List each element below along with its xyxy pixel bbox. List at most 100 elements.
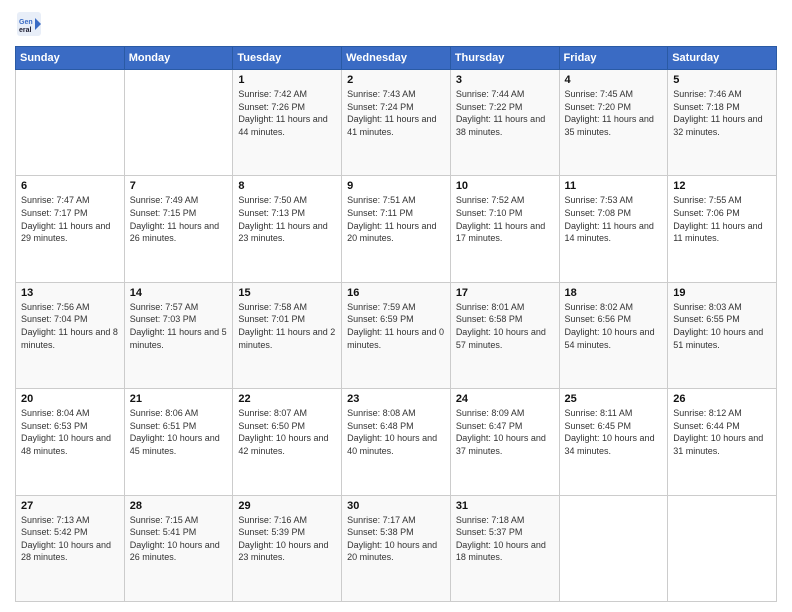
calendar-cell: 21 Sunrise: 8:06 AMSunset: 6:51 PMDayligh… <box>124 389 233 495</box>
calendar-cell: 18 Sunrise: 8:02 AMSunset: 6:56 PMDayligh… <box>559 282 668 388</box>
day-number: 20 <box>21 393 119 405</box>
cell-content: Sunrise: 7:47 AMSunset: 7:17 PMDaylight:… <box>21 194 119 244</box>
calendar-cell: 25 Sunrise: 8:11 AMSunset: 6:45 PMDayligh… <box>559 389 668 495</box>
cell-content: Sunrise: 8:08 AMSunset: 6:48 PMDaylight:… <box>347 407 445 457</box>
cell-content: Sunrise: 8:07 AMSunset: 6:50 PMDaylight:… <box>238 407 336 457</box>
day-number: 27 <box>21 500 119 512</box>
cell-content: Sunrise: 7:50 AMSunset: 7:13 PMDaylight:… <box>238 194 336 244</box>
cell-content: Sunrise: 7:42 AMSunset: 7:26 PMDaylight:… <box>238 88 336 138</box>
calendar-cell: 23 Sunrise: 8:08 AMSunset: 6:48 PMDayligh… <box>342 389 451 495</box>
cell-content: Sunrise: 8:02 AMSunset: 6:56 PMDaylight:… <box>565 301 663 351</box>
cell-content: Sunrise: 8:04 AMSunset: 6:53 PMDaylight:… <box>21 407 119 457</box>
calendar-week-5: 27 Sunrise: 7:13 AMSunset: 5:42 PMDayligh… <box>16 495 777 601</box>
day-number: 25 <box>565 393 663 405</box>
cell-content: Sunrise: 7:49 AMSunset: 7:15 PMDaylight:… <box>130 194 228 244</box>
header: Gen eral <box>15 10 777 38</box>
cell-content: Sunrise: 8:06 AMSunset: 6:51 PMDaylight:… <box>130 407 228 457</box>
cell-content: Sunrise: 7:15 AMSunset: 5:41 PMDaylight:… <box>130 514 228 564</box>
cell-content: Sunrise: 7:51 AMSunset: 7:11 PMDaylight:… <box>347 194 445 244</box>
calendar-cell: 4 Sunrise: 7:45 AMSunset: 7:20 PMDaylight… <box>559 70 668 176</box>
day-header-sunday: Sunday <box>16 47 125 70</box>
calendar-cell: 28Sunrise: 7:15 AMSunset: 5:41 PMDayligh… <box>124 495 233 601</box>
calendar-week-3: 13Sunrise: 7:56 AMSunset: 7:04 PMDayligh… <box>16 282 777 388</box>
cell-content: Sunrise: 8:11 AMSunset: 6:45 PMDaylight:… <box>565 407 663 457</box>
day-number: 6 <box>21 180 119 192</box>
calendar-cell: 2Sunrise: 7:43 AMSunset: 7:24 PMDaylight… <box>342 70 451 176</box>
day-number: 21 <box>130 393 228 405</box>
calendar-cell: 13Sunrise: 7:56 AMSunset: 7:04 PMDayligh… <box>16 282 125 388</box>
day-number: 11 <box>565 180 663 192</box>
calendar-week-2: 6 Sunrise: 7:47 AMSunset: 7:17 PMDaylight… <box>16 176 777 282</box>
day-number: 3 <box>456 74 554 86</box>
day-number: 4 <box>565 74 663 86</box>
day-number: 26 <box>673 393 771 405</box>
day-header-saturday: Saturday <box>668 47 777 70</box>
day-header-friday: Friday <box>559 47 668 70</box>
day-number: 7 <box>130 180 228 192</box>
calendar-cell <box>124 70 233 176</box>
calendar-week-1: 1Sunrise: 7:42 AMSunset: 7:26 PMDaylight… <box>16 70 777 176</box>
day-number: 10 <box>456 180 554 192</box>
cell-content: Sunrise: 7:57 AMSunset: 7:03 PMDaylight:… <box>130 301 228 351</box>
day-number: 9 <box>347 180 445 192</box>
calendar-cell: 27 Sunrise: 7:13 AMSunset: 5:42 PMDayligh… <box>16 495 125 601</box>
logo-icon: Gen eral <box>15 10 43 38</box>
calendar-cell: 16Sunrise: 7:59 AMSunset: 6:59 PMDayligh… <box>342 282 451 388</box>
day-number: 29 <box>238 500 336 512</box>
calendar-cell: 3 Sunrise: 7:44 AMSunset: 7:22 PMDaylight… <box>450 70 559 176</box>
calendar-cell: 10 Sunrise: 7:52 AMSunset: 7:10 PMDayligh… <box>450 176 559 282</box>
calendar-cell: 31Sunrise: 7:18 AMSunset: 5:37 PMDayligh… <box>450 495 559 601</box>
calendar-cell: 6 Sunrise: 7:47 AMSunset: 7:17 PMDaylight… <box>16 176 125 282</box>
cell-content: Sunrise: 7:16 AMSunset: 5:39 PMDaylight:… <box>238 514 336 564</box>
day-number: 31 <box>456 500 554 512</box>
calendar-cell <box>668 495 777 601</box>
day-number: 30 <box>347 500 445 512</box>
calendar-cell: 9 Sunrise: 7:51 AMSunset: 7:11 PMDaylight… <box>342 176 451 282</box>
page: Gen eral SundayMondayTuesdayWednesdayThu… <box>0 0 792 612</box>
day-header-thursday: Thursday <box>450 47 559 70</box>
cell-content: Sunrise: 7:46 AMSunset: 7:18 PMDaylight:… <box>673 88 771 138</box>
day-header-tuesday: Tuesday <box>233 47 342 70</box>
calendar-cell <box>559 495 668 601</box>
calendar-cell: 30 Sunrise: 7:17 AMSunset: 5:38 PMDayligh… <box>342 495 451 601</box>
cell-content: Sunrise: 7:55 AMSunset: 7:06 PMDaylight:… <box>673 194 771 244</box>
calendar-header-row: SundayMondayTuesdayWednesdayThursdayFrid… <box>16 47 777 70</box>
day-number: 12 <box>673 180 771 192</box>
day-number: 8 <box>238 180 336 192</box>
calendar-cell: 19 Sunrise: 8:03 AMSunset: 6:55 PMDayligh… <box>668 282 777 388</box>
calendar-cell: 20 Sunrise: 8:04 AMSunset: 6:53 PMDayligh… <box>16 389 125 495</box>
cell-content: Sunrise: 7:44 AMSunset: 7:22 PMDaylight:… <box>456 88 554 138</box>
day-header-wednesday: Wednesday <box>342 47 451 70</box>
calendar-cell: 22Sunrise: 8:07 AMSunset: 6:50 PMDayligh… <box>233 389 342 495</box>
calendar-cell: 29 Sunrise: 7:16 AMSunset: 5:39 PMDayligh… <box>233 495 342 601</box>
calendar-cell: 17 Sunrise: 8:01 AMSunset: 6:58 PMDayligh… <box>450 282 559 388</box>
day-number: 23 <box>347 393 445 405</box>
cell-content: Sunrise: 7:13 AMSunset: 5:42 PMDaylight:… <box>21 514 119 564</box>
day-number: 17 <box>456 287 554 299</box>
calendar-cell: 14 Sunrise: 7:57 AMSunset: 7:03 PMDayligh… <box>124 282 233 388</box>
calendar-cell: 1Sunrise: 7:42 AMSunset: 7:26 PMDaylight… <box>233 70 342 176</box>
cell-content: Sunrise: 7:53 AMSunset: 7:08 PMDaylight:… <box>565 194 663 244</box>
calendar-cell <box>16 70 125 176</box>
day-number: 19 <box>673 287 771 299</box>
calendar-cell: 26 Sunrise: 8:12 AMSunset: 6:44 PMDayligh… <box>668 389 777 495</box>
cell-content: Sunrise: 8:03 AMSunset: 6:55 PMDaylight:… <box>673 301 771 351</box>
day-number: 18 <box>565 287 663 299</box>
cell-content: Sunrise: 7:52 AMSunset: 7:10 PMDaylight:… <box>456 194 554 244</box>
logo: Gen eral <box>15 10 45 38</box>
svg-text:eral: eral <box>19 27 32 34</box>
cell-content: Sunrise: 7:56 AMSunset: 7:04 PMDaylight:… <box>21 301 119 351</box>
cell-content: Sunrise: 7:45 AMSunset: 7:20 PMDaylight:… <box>565 88 663 138</box>
calendar-cell: 5 Sunrise: 7:46 AMSunset: 7:18 PMDaylight… <box>668 70 777 176</box>
calendar-cell: 24Sunrise: 8:09 AMSunset: 6:47 PMDayligh… <box>450 389 559 495</box>
day-number: 5 <box>673 74 771 86</box>
day-number: 14 <box>130 287 228 299</box>
svg-text:Gen: Gen <box>19 19 33 26</box>
cell-content: Sunrise: 8:12 AMSunset: 6:44 PMDaylight:… <box>673 407 771 457</box>
day-number: 15 <box>238 287 336 299</box>
calendar-week-4: 20 Sunrise: 8:04 AMSunset: 6:53 PMDayligh… <box>16 389 777 495</box>
calendar-cell: 15Sunrise: 7:58 AMSunset: 7:01 PMDayligh… <box>233 282 342 388</box>
cell-content: Sunrise: 8:01 AMSunset: 6:58 PMDaylight:… <box>456 301 554 351</box>
cell-content: Sunrise: 8:09 AMSunset: 6:47 PMDaylight:… <box>456 407 554 457</box>
cell-content: Sunrise: 7:17 AMSunset: 5:38 PMDaylight:… <box>347 514 445 564</box>
